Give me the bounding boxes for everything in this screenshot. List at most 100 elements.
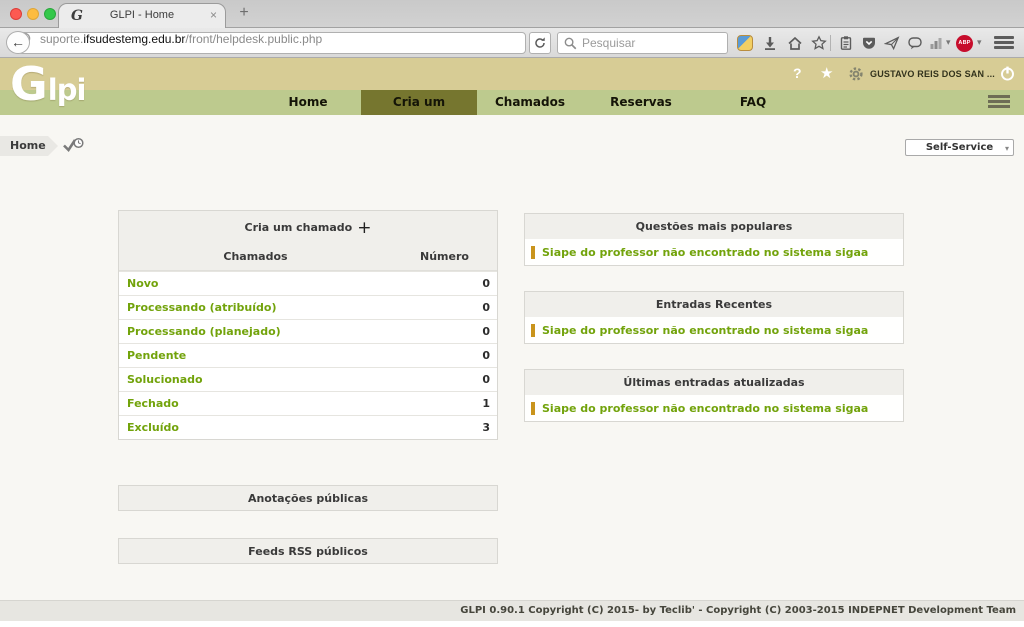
ticket-count: 1: [392, 397, 497, 410]
browser-toolbar: ← suporte.ifsudestemg.edu.br/front/helpd…: [0, 28, 1024, 58]
panel-title: Últimas entradas atualizadas: [525, 370, 903, 395]
glpi-header: ? ★ GUSTAVO REIS DOS SAN ... Home Cria u…: [0, 58, 1024, 115]
faq-entry-link[interactable]: Siape do professor não encontrado no sis…: [542, 246, 868, 259]
ticket-count: 0: [392, 301, 497, 314]
table-row: Processando (planejado)0: [119, 319, 497, 343]
search-bar[interactable]: [557, 32, 728, 54]
ticket-count: 0: [392, 373, 497, 386]
nav-item-home[interactable]: Home: [270, 90, 346, 115]
glpi-menu-hamburger-icon[interactable]: [988, 95, 1010, 110]
adblock-caret-icon[interactable]: ▾: [977, 37, 982, 48]
list-item: Siape do professor não encontrado no sis…: [525, 395, 903, 421]
faq-marker-icon: [531, 402, 535, 415]
chevron-down-icon: ▾: [1005, 141, 1009, 156]
faq-marker-icon: [531, 324, 535, 337]
toolbar-separator: [830, 35, 831, 51]
column-numero: Número: [392, 250, 497, 263]
browser-tab[interactable]: G GLPI - Home ×: [58, 3, 226, 28]
tickets-panel: Cria um chamado+ Chamados Número Novo0 P…: [118, 210, 498, 440]
table-row: Excluído3: [119, 415, 497, 439]
nav-item-faq[interactable]: FAQ: [720, 90, 786, 115]
tickets-panel-title: Cria um chamado+: [119, 211, 497, 242]
faq-entry-link[interactable]: Siape do professor não encontrado no sis…: [542, 324, 868, 337]
table-row: Pendente0: [119, 343, 497, 367]
last-updated-entries-panel: Últimas entradas atualizadas Siape do pr…: [524, 369, 904, 422]
home-icon[interactable]: [787, 35, 803, 51]
public-rss-feeds-panel: Feeds RSS públicos: [118, 538, 498, 564]
panel-title: Questões mais populares: [525, 214, 903, 239]
glpi-page: Home Self-Service ▾ Cria um chamado+ Cha…: [0, 115, 1024, 600]
table-row: Fechado1: [119, 391, 497, 415]
browser-window: G GLPI - Home × + ← suporte.ifsudestemg.…: [0, 0, 1024, 627]
settings-gear-icon[interactable]: [848, 66, 864, 87]
downloads-icon[interactable]: [762, 35, 778, 51]
hello-chat-icon[interactable]: [907, 35, 923, 51]
column-chamados: Chamados: [119, 250, 392, 263]
table-row: Solucionado0: [119, 367, 497, 391]
recent-entries-panel: Entradas Recentes Siape do professor não…: [524, 291, 904, 344]
footer-bottom-strip: [0, 621, 1024, 627]
table-row: Processando (atribuído)0: [119, 295, 497, 319]
profile-select[interactable]: Self-Service ▾: [905, 139, 1014, 156]
ticket-status-link[interactable]: Processando (atribuído): [119, 301, 392, 314]
tickets-column-headers: Chamados Número: [119, 242, 497, 271]
adblock-plus-icon[interactable]: ABP: [956, 35, 973, 52]
window-close-button[interactable]: [10, 8, 22, 20]
url-subdomain: suporte.: [40, 32, 83, 46]
pocket-icon[interactable]: [861, 35, 877, 51]
breadcrumb-home[interactable]: Home: [0, 136, 58, 156]
ticket-status-link[interactable]: Fechado: [119, 397, 392, 410]
ticket-count: 0: [392, 349, 497, 362]
new-tab-button[interactable]: +: [234, 4, 254, 22]
addon-colorful-icon[interactable]: [737, 35, 753, 51]
create-ticket-plus-icon[interactable]: +: [357, 218, 371, 238]
ticket-status-link[interactable]: Pendente: [119, 349, 392, 362]
popular-questions-panel: Questões mais populares Siape do profess…: [524, 213, 904, 266]
reading-list-icon[interactable]: [838, 35, 854, 51]
ticket-status-link[interactable]: Processando (planejado): [119, 325, 392, 338]
list-item: Siape do professor não encontrado no sis…: [525, 317, 903, 343]
table-row: Novo0: [119, 271, 497, 295]
public-notes-panel: Anotações públicas: [118, 485, 498, 511]
glpi-nav-bar: Home Cria um chamado Chamados Reservas F…: [0, 90, 1024, 115]
window-titlebar: G GLPI - Home × +: [0, 0, 1024, 28]
back-button[interactable]: ←: [6, 31, 30, 54]
list-item: Siape do professor não encontrado no sis…: [525, 239, 903, 265]
search-icon: [563, 36, 578, 51]
tab-close-icon[interactable]: ×: [210, 8, 217, 22]
glpi-logo[interactable]: Glpi: [10, 60, 85, 108]
ticket-count: 0: [392, 277, 497, 290]
faq-marker-icon: [531, 246, 535, 259]
reload-button[interactable]: [529, 32, 551, 54]
glpi-header-top-band: ? ★ GUSTAVO REIS DOS SAN ...: [0, 58, 1024, 90]
menu-hamburger-icon[interactable]: [994, 36, 1014, 51]
addon-stats-icon[interactable]: [928, 35, 944, 51]
logout-power-icon[interactable]: [999, 65, 1016, 87]
addon-stats-caret-icon[interactable]: ▾: [946, 37, 951, 48]
profile-select-value: Self-Service: [926, 142, 993, 153]
ticket-count: 0: [392, 325, 497, 338]
window-minimize-button[interactable]: [27, 8, 39, 20]
user-name[interactable]: GUSTAVO REIS DOS SAN ...: [870, 69, 995, 79]
ticket-status-link[interactable]: Solucionado: [119, 373, 392, 386]
help-icon[interactable]: ?: [793, 65, 802, 81]
bookmark-icon[interactable]: ★: [820, 64, 833, 82]
share-plane-icon[interactable]: [884, 35, 900, 51]
ticket-count: 3: [392, 421, 497, 434]
ticket-status-link[interactable]: Novo: [119, 277, 392, 290]
nav-item-reservas[interactable]: Reservas: [600, 90, 682, 115]
tab-title: GLPI - Home: [59, 9, 225, 21]
search-input[interactable]: [582, 34, 722, 52]
bookmark-star-icon[interactable]: [811, 35, 827, 51]
ticket-status-link[interactable]: Excluído: [119, 421, 392, 434]
nav-item-cria-um-chamado[interactable]: Cria um chamado: [361, 90, 477, 115]
glpi-footer: GLPI 0.90.1 Copyright (C) 2015- by Tecli…: [0, 600, 1024, 621]
panel-title: Entradas Recentes: [525, 292, 903, 317]
url-path: /front/helpdesk.public.php: [185, 32, 322, 46]
url-domain: ifsudestemg.edu.br: [83, 32, 185, 46]
nav-item-chamados[interactable]: Chamados: [490, 90, 570, 115]
faq-entry-link[interactable]: Siape do professor não encontrado no sis…: [542, 402, 868, 415]
window-zoom-button[interactable]: [44, 8, 56, 20]
url-text[interactable]: suporte.ifsudestemg.edu.br/front/helpdes…: [40, 32, 322, 46]
check-clock-icon[interactable]: [62, 137, 85, 158]
